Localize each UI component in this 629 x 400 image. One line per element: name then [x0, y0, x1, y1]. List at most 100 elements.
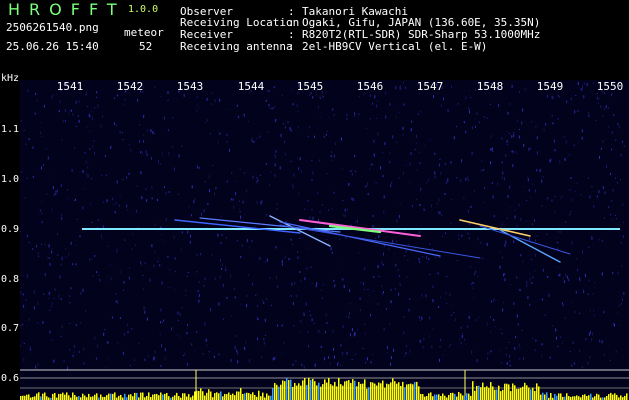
level-bar: [272, 387, 274, 400]
level-bar: [52, 393, 54, 400]
noise-speck: [558, 274, 560, 276]
noise-speck: [364, 323, 365, 325]
noise-speck: [287, 121, 289, 124]
noise-speck: [500, 328, 502, 330]
noise-speck: [509, 207, 511, 209]
noise-speck: [235, 335, 237, 337]
noise-speck: [48, 291, 50, 295]
level-bar: [304, 378, 306, 400]
noise-speck: [399, 85, 401, 89]
noise-speck: [220, 259, 221, 263]
noise-speck: [608, 206, 610, 209]
noise-speck: [408, 244, 410, 245]
noise-speck: [534, 239, 536, 242]
level-bar: [114, 392, 116, 400]
noise-speck: [622, 140, 623, 143]
noise-speck: [378, 275, 380, 277]
noise-speck: [311, 208, 313, 212]
noise-speck: [296, 104, 298, 107]
noise-speck: [297, 110, 299, 112]
noise-speck: [419, 339, 421, 343]
noise-speck: [513, 240, 515, 244]
noise-speck: [280, 133, 282, 137]
noise-speck: [243, 113, 245, 117]
noise-speck: [162, 241, 164, 243]
noise-speck: [333, 279, 335, 282]
noise-speck: [292, 243, 294, 246]
noise-speck: [51, 306, 52, 308]
noise-speck: [123, 104, 125, 106]
noise-speck: [376, 117, 378, 119]
level-bar: [196, 390, 198, 400]
noise-speck: [521, 121, 523, 125]
noise-speck: [291, 88, 293, 90]
noise-speck: [531, 183, 533, 185]
noise-speck: [487, 352, 489, 355]
noise-speck: [328, 209, 330, 211]
x-tick-label: 1550: [596, 80, 624, 93]
level-bar: [208, 389, 210, 400]
noise-speck: [291, 282, 293, 286]
noise-speck: [303, 365, 305, 369]
noise-speck: [211, 253, 213, 256]
noise-speck: [364, 333, 366, 335]
noise-speck: [240, 256, 242, 258]
noise-speck: [393, 348, 395, 352]
noise-speck: [140, 151, 141, 154]
noise-speck: [557, 94, 559, 97]
noise-speck: [299, 271, 301, 273]
noise-speck: [506, 217, 508, 219]
noise-speck: [431, 345, 433, 349]
noise-speck: [587, 293, 589, 295]
noise-speck: [306, 247, 308, 249]
noise-speck: [339, 364, 341, 367]
noise-speck: [316, 282, 318, 285]
noise-speck: [593, 315, 595, 316]
noise-speck: [70, 241, 72, 245]
level-bar: [224, 393, 226, 400]
noise-speck: [298, 168, 299, 171]
noise-speck: [149, 278, 151, 282]
noise-speck: [486, 322, 488, 326]
noise-speck: [158, 160, 159, 164]
noise-speck: [358, 252, 359, 253]
noise-speck: [526, 284, 528, 288]
noise-speck: [206, 97, 208, 101]
noise-speck: [49, 262, 51, 266]
noise-speck: [29, 348, 31, 351]
noise-speck: [261, 200, 263, 202]
noise-speck: [389, 161, 391, 164]
level-bar: [612, 394, 614, 400]
noise-speck: [311, 282, 313, 284]
noise-speck: [568, 278, 570, 282]
noise-speck: [486, 242, 488, 246]
noise-speck: [221, 234, 223, 237]
noise-speck: [532, 276, 534, 279]
level-bar: [360, 383, 362, 400]
noise-speck: [91, 258, 93, 260]
noise-speck: [235, 192, 237, 196]
noise-speck: [419, 204, 421, 206]
noise-speck: [57, 189, 59, 193]
noise-speck: [230, 198, 232, 201]
noise-speck: [274, 106, 276, 108]
noise-speck: [105, 366, 107, 368]
noise-speck: [295, 360, 297, 363]
noise-speck: [519, 90, 520, 93]
noise-speck: [512, 164, 514, 168]
noise-speck: [323, 357, 325, 361]
noise-speck: [536, 235, 538, 237]
noise-speck: [276, 207, 278, 210]
noise-speck: [331, 159, 333, 162]
noise-speck: [522, 108, 524, 112]
noise-speck: [266, 298, 267, 300]
noise-speck: [403, 331, 405, 335]
noise-speck: [245, 341, 247, 344]
noise-speck: [478, 121, 480, 123]
noise-speck: [599, 155, 600, 159]
level-bar: [288, 380, 290, 400]
noise-speck: [450, 314, 452, 317]
level-bar: [254, 395, 256, 400]
noise-speck: [319, 95, 321, 99]
level-bar: [440, 396, 442, 400]
